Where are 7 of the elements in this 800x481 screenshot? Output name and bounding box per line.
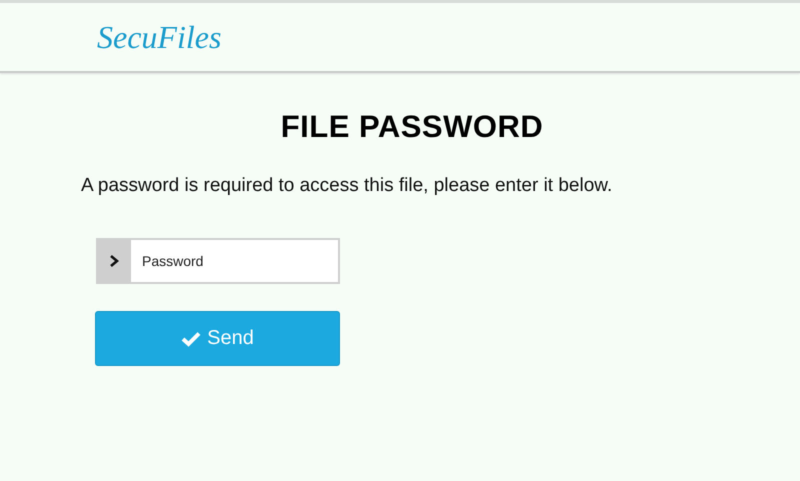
password-field[interactable]: Password: [131, 238, 340, 284]
message-text: A password is required to access this file, please enter it below.: [81, 175, 614, 197]
checkmark-icon: [181, 330, 202, 346]
prompt-icon: [96, 238, 131, 284]
logo[interactable]: SecuFiles: [97, 18, 222, 56]
page-title: FILE PASSWORD: [280, 109, 544, 145]
send-button[interactable]: Send: [95, 311, 340, 366]
